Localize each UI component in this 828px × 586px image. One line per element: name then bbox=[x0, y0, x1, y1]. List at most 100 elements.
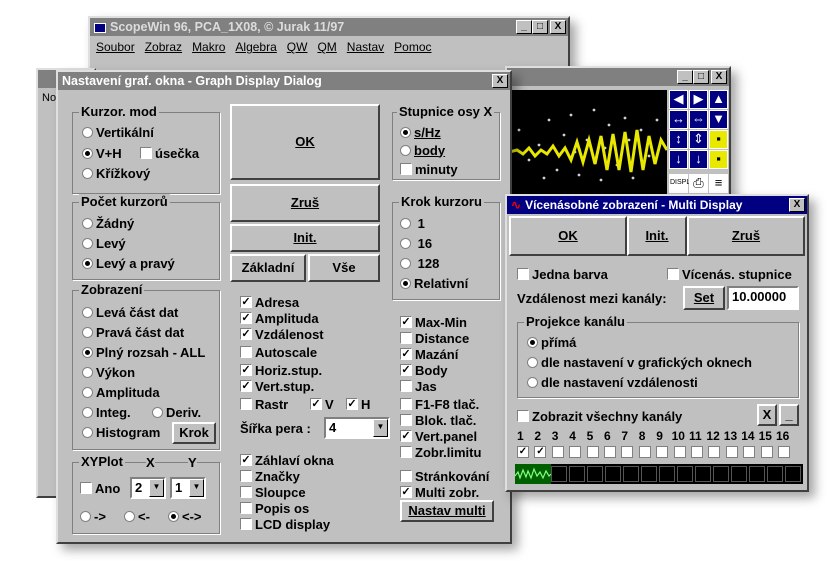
arrow-right-icon[interactable]: ▶ bbox=[689, 90, 708, 109]
checkbox-f1-f8[interactable]: F1-F8 tlač. bbox=[400, 396, 479, 412]
menu-zobraz[interactable]: Zobraz bbox=[145, 40, 182, 54]
checkbox-popis-os[interactable]: Popis os bbox=[240, 500, 309, 516]
multi-ok-button[interactable]: OK bbox=[509, 216, 627, 256]
checkbox-blok[interactable]: Blok. tlač. bbox=[400, 412, 476, 428]
channel-checkbox-11[interactable] bbox=[691, 446, 703, 458]
channel-checkbox-2[interactable]: ✓ bbox=[534, 446, 547, 458]
checkbox-autoscale[interactable]: Autoscale bbox=[240, 344, 317, 360]
checkbox-zobr-limitu[interactable]: Zobr.limitu bbox=[400, 444, 481, 460]
checkbox-vzdalenost[interactable]: ✓ Vzdálenost bbox=[240, 326, 324, 342]
zakladni-button[interactable]: Základní bbox=[230, 254, 306, 282]
channels-clear-button[interactable]: X bbox=[757, 404, 777, 426]
checkbox-znacky[interactable]: Značky bbox=[240, 468, 300, 484]
set-button[interactable]: Set bbox=[683, 286, 725, 310]
multi-zrus-button[interactable]: Zruš bbox=[687, 216, 805, 256]
expand-vertical-icon[interactable]: ↕ bbox=[669, 130, 688, 149]
arrow-left-icon[interactable]: ◀ bbox=[669, 90, 688, 109]
channel-checkbox-8[interactable] bbox=[638, 446, 651, 458]
radio-amplituda[interactable]: Amplituda bbox=[82, 384, 160, 400]
checkbox-body[interactable]: ✓ Body bbox=[400, 362, 448, 378]
vzdalenost-input[interactable]: 10.00000 bbox=[727, 286, 799, 310]
radio-prima[interactable]: přímá bbox=[527, 334, 576, 350]
radio-dle-vzdal[interactable]: dle nastavení vzdálenosti bbox=[527, 374, 698, 390]
scopewin-titlebar[interactable]: ScopeWin 96, PCA_1X08, © Jurak 11/97 bbox=[90, 18, 568, 36]
checkbox-minuty[interactable]: minuty bbox=[400, 161, 458, 177]
radio-deriv[interactable]: Deriv. bbox=[152, 404, 201, 420]
multi-init-button[interactable]: Init. bbox=[627, 216, 687, 256]
radio-s-hz[interactable]: s/Hz bbox=[400, 124, 441, 140]
checkbox-h[interactable]: ✓ H bbox=[346, 396, 370, 412]
channel-checkbox-1[interactable]: ✓ bbox=[517, 446, 529, 458]
arrow-down-icon[interactable]: ▼ bbox=[709, 110, 728, 129]
channel-checkbox-5[interactable] bbox=[586, 446, 599, 458]
radio-prava-cast[interactable]: Pravá část dat bbox=[82, 324, 184, 340]
checkbox-max-min[interactable]: ✓ Max-Min bbox=[400, 314, 467, 330]
channels-minimize-button[interactable]: _ bbox=[779, 404, 799, 426]
channel-checkbox-14[interactable] bbox=[743, 446, 756, 458]
checkbox-adresa[interactable]: ✓ Adresa bbox=[240, 294, 299, 310]
channel-checkbox-4[interactable] bbox=[569, 446, 582, 458]
checkbox-distance[interactable]: Distance bbox=[400, 330, 469, 346]
checkbox-vert-panel[interactable]: ✓ Vert.panel bbox=[400, 428, 477, 444]
checkbox-ano[interactable]: Ano bbox=[80, 480, 120, 496]
scope-minimize-button[interactable]: _ bbox=[677, 70, 693, 84]
multi-close-button[interactable]: X bbox=[789, 198, 805, 212]
xyplot-x-select[interactable]: 2 ▼ bbox=[130, 477, 166, 499]
checkbox-sloupce[interactable]: Sloupce bbox=[240, 484, 306, 500]
minimize-button[interactable]: _ bbox=[516, 20, 532, 34]
down-step-icon[interactable]: ↓ bbox=[669, 150, 688, 169]
krok-button[interactable]: Krok bbox=[172, 422, 216, 444]
radio-xy-back[interactable]: <- bbox=[124, 508, 150, 524]
checkbox-amplituda[interactable]: ✓ Amplituda bbox=[240, 310, 319, 326]
checkbox-strankovani[interactable]: Stránkování bbox=[400, 468, 489, 484]
radio-leva-cast[interactable]: Levá část dat bbox=[82, 304, 178, 320]
checkbox-multi-zobr[interactable]: ✓ Multi zobr. bbox=[400, 484, 479, 500]
ok-button[interactable]: OK bbox=[230, 104, 380, 180]
scope-close-button[interactable]: X bbox=[711, 70, 727, 84]
radio-integ[interactable]: Integ. bbox=[82, 404, 131, 420]
checkbox-rastr[interactable]: Rastr bbox=[240, 396, 288, 412]
checkbox-vert[interactable]: ✓ Vert.stup. bbox=[240, 378, 314, 394]
radio-krok-128[interactable]: 128 bbox=[400, 255, 439, 271]
checkbox-zahlavi[interactable]: ✓ Záhlaví okna bbox=[240, 452, 334, 468]
channel-checkbox-10[interactable] bbox=[673, 446, 686, 458]
radio-krok-16[interactable]: 16 bbox=[400, 235, 432, 251]
zrus-button[interactable]: Zruš bbox=[230, 184, 380, 222]
checkbox-zobrazit-vsechny[interactable]: Zobrazit všechny kanály bbox=[517, 408, 682, 424]
radio-krok-1[interactable]: 1 bbox=[400, 215, 425, 231]
menu-qw[interactable]: QW bbox=[287, 40, 308, 54]
channel-checkbox-13[interactable] bbox=[725, 446, 738, 458]
channel-checkbox-3[interactable] bbox=[551, 446, 564, 458]
init-button[interactable]: Init. bbox=[230, 224, 380, 252]
radio-vertikalni[interactable]: Vertikální bbox=[82, 124, 154, 140]
display-icon[interactable]: DISPL bbox=[669, 174, 690, 193]
menu-makro[interactable]: Makro bbox=[192, 40, 225, 54]
radio-xy-forward[interactable]: -> bbox=[80, 508, 106, 524]
channel-checkbox-7[interactable] bbox=[621, 446, 634, 458]
menu-algebra[interactable]: Algebra bbox=[235, 40, 276, 54]
radio-levy[interactable]: Levý bbox=[82, 235, 126, 251]
print-icon[interactable]: ⎙ bbox=[689, 174, 708, 193]
yellow-grid-icon[interactable]: ▪ bbox=[709, 150, 728, 169]
graph-close-button[interactable]: X bbox=[492, 74, 508, 88]
radio-levy-pravy[interactable]: Levý a pravý bbox=[82, 255, 175, 271]
radio-krizkovy[interactable]: Křížkový bbox=[82, 165, 150, 181]
channel-checkbox-6[interactable] bbox=[604, 446, 616, 458]
radio-vh[interactable]: V+H bbox=[82, 145, 122, 161]
close-button[interactable]: X bbox=[550, 20, 566, 34]
menu-soubor[interactable]: Soubor bbox=[96, 40, 135, 54]
channel-checkbox-16[interactable] bbox=[778, 446, 790, 458]
checkbox-vicenas-stupnice[interactable]: Vícenás. stupnice bbox=[667, 266, 792, 282]
scope-maximize-button[interactable]: □ bbox=[693, 70, 709, 84]
notes-icon[interactable]: ≡ bbox=[709, 174, 728, 193]
graph-dialog-titlebar[interactable]: Nastavení graf. okna - Graph Display Dia… bbox=[58, 72, 510, 90]
channel-checkbox-15[interactable] bbox=[760, 446, 773, 458]
expand-horizontal-icon[interactable]: ↔ bbox=[669, 110, 688, 129]
radio-xy-both[interactable]: <-> bbox=[168, 508, 202, 524]
checkbox-v[interactable]: ✓ V bbox=[310, 396, 334, 412]
contract-horizontal-icon[interactable]: ⇔ bbox=[689, 110, 708, 129]
multi-titlebar[interactable]: ∿ Vícenásobné zobrazení - Multi Display bbox=[507, 196, 807, 214]
xyplot-y-select[interactable]: 1 ▼ bbox=[170, 477, 206, 499]
checkbox-mazani[interactable]: ✓ Mazání bbox=[400, 346, 458, 362]
checkbox-jedna-barva[interactable]: Jedna barva bbox=[517, 266, 608, 282]
